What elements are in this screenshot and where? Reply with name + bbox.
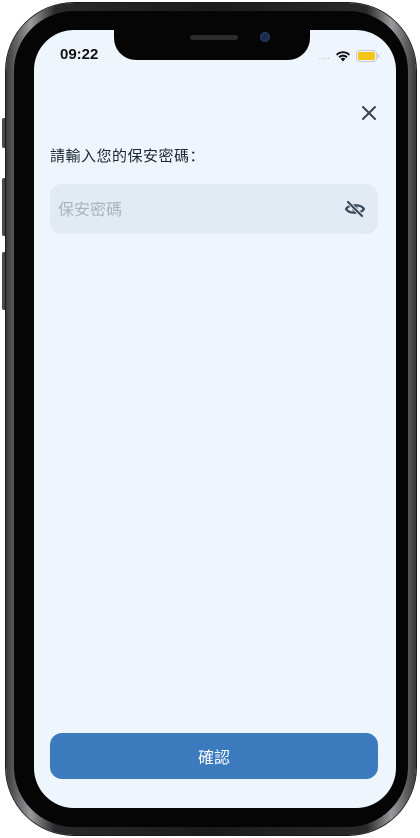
notch — [114, 30, 310, 60]
battery-icon — [356, 47, 380, 66]
wifi-icon — [335, 47, 351, 66]
front-camera — [260, 32, 270, 42]
password-input[interactable] — [50, 184, 328, 234]
eye-slash-icon — [344, 200, 366, 218]
signal-dots: .... — [318, 51, 330, 62]
password-field-container — [50, 184, 378, 234]
close-button[interactable] — [358, 102, 380, 124]
confirm-button[interactable]: 確認 — [50, 733, 378, 779]
phone-device: 09:22 .... 請輸入您的保安密碼： 確認 — [0, 0, 420, 838]
close-icon — [362, 106, 376, 120]
earpiece-speaker — [190, 35, 238, 40]
status-time: 09:22 — [60, 46, 99, 63]
toggle-visibility-button[interactable] — [344, 198, 366, 220]
phone-screen: 09:22 .... 請輸入您的保安密碼： 確認 — [34, 30, 396, 808]
status-indicators: .... — [319, 47, 380, 66]
password-prompt-label: 請輸入您的保安密碼： — [50, 147, 206, 165]
